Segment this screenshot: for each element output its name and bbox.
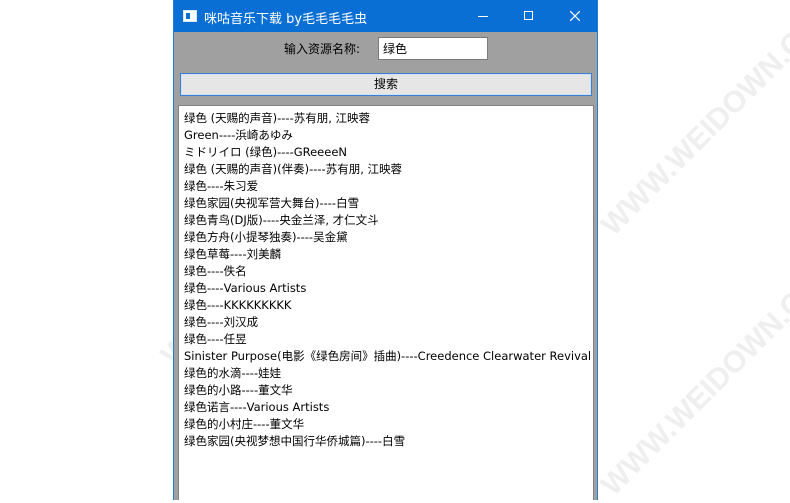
watermark: WWW.WEIDOWN.COM — [595, 251, 790, 503]
watermark: WWW.WEIDOWN.COM — [595, 0, 790, 243]
list-item[interactable]: 绿色----佚名 — [184, 263, 593, 280]
list-item[interactable]: ミドリイロ (绿色)----GReeeeN — [184, 144, 593, 161]
maximize-button[interactable] — [506, 0, 552, 32]
list-item[interactable]: 绿色方舟(小提琴独奏)----吴金黛 — [184, 229, 593, 246]
search-input[interactable] — [378, 37, 488, 60]
resource-name-label: 输入资源名称: — [284, 42, 361, 56]
list-item[interactable]: 绿色----刘汉成 — [184, 314, 593, 331]
list-item[interactable]: 绿色的小路----董文华 — [184, 382, 593, 399]
close-button[interactable] — [552, 0, 597, 32]
close-icon — [570, 11, 580, 21]
results-list[interactable]: 绿色 (天赐的声音)----苏有朋, 江映蓉 Green----浜崎あゆみ ミド… — [178, 105, 594, 500]
list-item[interactable]: 绿色诺言----Various Artists — [184, 399, 593, 416]
list-item[interactable]: 绿色----任昱 — [184, 331, 593, 348]
list-item[interactable]: 绿色----朱习爱 — [184, 178, 593, 195]
title-bar[interactable]: 咪咕音乐下载 by毛毛毛毛虫 — [174, 0, 597, 32]
list-item[interactable]: Green----浜崎あゆみ — [184, 127, 593, 144]
list-item[interactable]: 绿色家园(央视梦想中国行华侨城篇)----白雪 — [184, 433, 593, 450]
minimize-button[interactable] — [460, 0, 506, 32]
list-item[interactable]: 绿色----Various Artists — [184, 280, 593, 297]
list-item[interactable]: 绿色 (天赐的声音)(伴奏)----苏有朋, 江映蓉 — [184, 161, 593, 178]
list-item[interactable]: 绿色的水滴----娃娃 — [184, 365, 593, 382]
list-item[interactable]: 绿色 (天赐的声音)----苏有朋, 江映蓉 — [184, 110, 593, 127]
app-window: 咪咕音乐下载 by毛毛毛毛虫 输入资源名称: 搜索 绿色 (天赐的声音)----… — [173, 0, 598, 500]
window-title: 咪咕音乐下载 by毛毛毛毛虫 — [204, 12, 368, 27]
search-button[interactable]: 搜索 — [180, 73, 592, 96]
list-item[interactable]: 绿色----KKKKKKKKK — [184, 297, 593, 314]
list-item[interactable]: Sinister Purpose(电影《绿色房间》插曲)----Creedenc… — [184, 348, 593, 365]
list-item[interactable]: 绿色的小村庄----董文华 — [184, 416, 593, 433]
app-icon — [183, 10, 197, 22]
list-item[interactable]: 绿色青鸟(DJ版)----央金兰泽, 才仁文斗 — [184, 212, 593, 229]
list-item[interactable]: 绿色家园(央视军营大舞台)----白雪 — [184, 195, 593, 212]
list-item[interactable]: 绿色草莓----刘美麟 — [184, 246, 593, 263]
